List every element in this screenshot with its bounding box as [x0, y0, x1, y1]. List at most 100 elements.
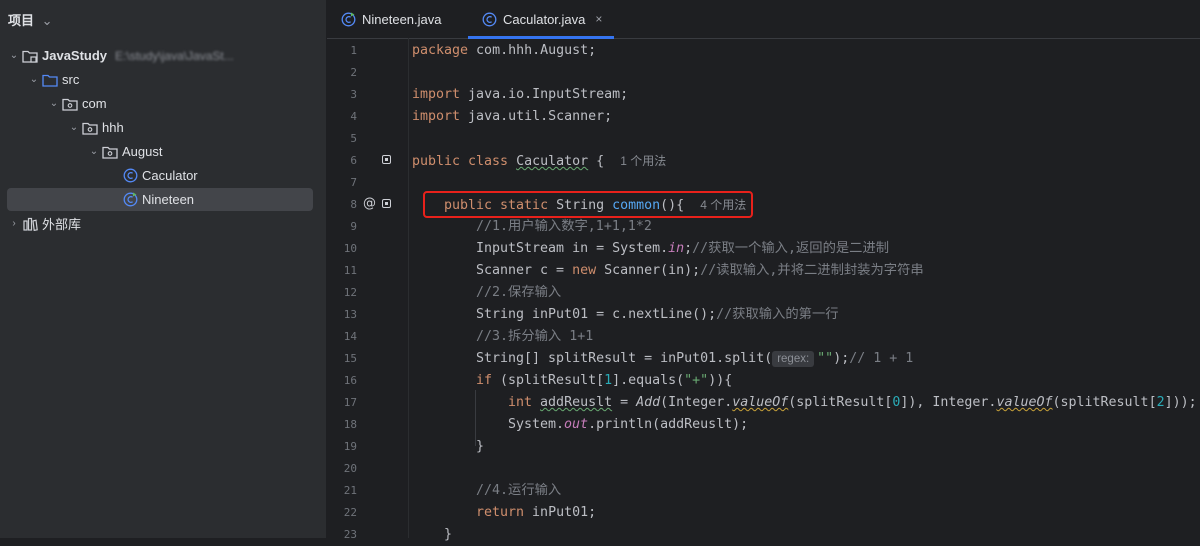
java-class-icon — [480, 12, 498, 27]
line-number: 23 — [343, 528, 357, 541]
package-icon — [61, 97, 79, 111]
package-icon — [101, 145, 119, 159]
tree-item-javastudy[interactable]: ⌄ JavaStudy E:\study\java\JavaSt... — [7, 44, 313, 67]
variable-name: addReuslt — [540, 395, 613, 410]
expand-arrow-icon[interactable]: ⌄ — [67, 122, 81, 133]
tab-nineteen-java[interactable]: Nineteen.java — [339, 0, 442, 38]
line-number: 8 — [350, 198, 357, 211]
number-literal: 1 — [604, 373, 613, 388]
code-text: String inPut01 = c.nextLine(); — [476, 307, 717, 322]
tab-caculator-java[interactable]: Caculator.java × — [468, 0, 615, 39]
code-line-12: //2.保存输入 — [476, 285, 562, 300]
code-line-3: import java.io.InputStream; — [412, 84, 628, 106]
expand-arrow-icon[interactable]: ⌄ — [47, 98, 61, 109]
package-icon — [81, 121, 99, 135]
code-text: { — [588, 154, 605, 169]
code-line-10: InputStream in = System.in;//获取一个输入,返回的是… — [476, 238, 889, 260]
code-text: .println(addReuslt); — [588, 417, 749, 432]
line-number: 14 — [343, 330, 357, 343]
code-text: ); — [833, 351, 850, 366]
code-text: (splitResult[ — [788, 395, 893, 410]
code-text: )){ — [708, 373, 733, 388]
line-number: 10 — [343, 242, 357, 255]
code-area[interactable]: package com.hhh.August; import java.io.I… — [412, 38, 1200, 542]
implemented-marker-icon[interactable] — [382, 155, 391, 164]
module-path: E:\study\java\JavaSt... — [115, 48, 234, 63]
code-editor: Nineteen.java Caculator.java × 1 2 3 4 5… — [327, 0, 1200, 542]
highlight-annotation-box — [423, 191, 753, 218]
editor-tab-bar: Nineteen.java Caculator.java × — [327, 0, 1200, 39]
chevron-down-icon[interactable]: ⌄ — [42, 13, 53, 29]
expand-arrow-icon[interactable]: ⌄ — [27, 74, 41, 85]
code-text: Scanner c = — [476, 263, 573, 278]
line-number: 22 — [343, 506, 357, 519]
expand-arrow-icon[interactable]: ⌄ — [7, 50, 21, 61]
line-number: 20 — [343, 462, 357, 475]
expand-arrow-icon[interactable]: › — [7, 218, 21, 229]
class-name: Caculator — [516, 154, 589, 169]
tree-item-caculator[interactable]: Caculator — [7, 164, 313, 187]
code-text: (Integer. — [660, 395, 733, 410]
keyword: int — [508, 395, 533, 410]
line-number: 16 — [343, 374, 357, 387]
line-number: 6 — [350, 154, 357, 167]
line-number: 1 — [350, 44, 357, 57]
number-literal: 2 — [1156, 395, 1165, 410]
tree-item-src[interactable]: ⌄ src — [7, 68, 313, 91]
java-class-icon — [121, 168, 139, 183]
java-class-main-icon — [339, 12, 357, 27]
code-text: ]), Integer. — [900, 395, 997, 410]
comment: //读取输入,并将二进制封装为字符串 — [700, 263, 924, 278]
code-line-18: System.out.println(addReuslt); — [508, 414, 748, 436]
code-text: Scanner(in); — [596, 263, 701, 278]
line-number: 13 — [343, 308, 357, 321]
code-text: InputStream in = System. — [476, 241, 669, 256]
line-number: 9 — [350, 220, 357, 233]
tree-item-label: Nineteen — [142, 192, 195, 207]
code-line-13: String inPut01 = c.nextLine();//获取输入的第一行 — [476, 304, 839, 326]
code-line-17: int addReuslt = Add(Integer.valueOf(spli… — [508, 392, 1197, 414]
editor-gutter: 1 2 3 4 5 6 7 8 9 10 11 12 13 14 15 16 1… — [327, 38, 407, 541]
line-number: 2 — [350, 66, 357, 79]
code-text: inPut01; — [524, 505, 597, 520]
usage-hint[interactable]: 1 个用法 — [620, 154, 666, 168]
tree-item-label: 外部库 — [42, 217, 82, 232]
line-number: 18 — [343, 418, 357, 431]
tree-item-hhh[interactable]: ⌄ hhh — [7, 116, 313, 139]
comment: //获取输入的第一行 — [716, 307, 839, 322]
keyword: public class — [412, 154, 509, 169]
code-line-11: Scanner c = new Scanner(in);//读取输入,并将二进制… — [476, 260, 924, 282]
static-field: out — [564, 417, 589, 432]
tree-item-august[interactable]: ⌄ August — [7, 140, 313, 163]
tree-item-external-libraries[interactable]: › 外部库 — [7, 212, 313, 235]
tab-label: Nineteen.java — [362, 11, 442, 27]
code-text: (splitResult[ — [1052, 395, 1157, 410]
code-line-4: import java.util.Scanner; — [412, 106, 612, 128]
keyword: if — [476, 373, 493, 388]
code-line-16: if (splitResult[1].equals("+")){ — [476, 370, 732, 392]
module-folder-icon — [21, 49, 39, 63]
annotation-at-icon[interactable]: @ — [363, 196, 376, 211]
library-icon — [21, 217, 39, 231]
code-text: = — [612, 395, 637, 410]
close-icon[interactable]: × — [595, 12, 602, 26]
code-line-19: } — [476, 439, 485, 454]
method-call: Add — [636, 395, 661, 410]
expand-arrow-icon[interactable]: ⌄ — [87, 146, 101, 157]
code-line-15: String[] splitResult = inPut01.split(reg… — [476, 348, 913, 370]
project-panel: 项目 ⌄ ⌄ JavaStudy E:\study\java\JavaSt...… — [0, 0, 327, 538]
tree-item-nineteen[interactable]: Nineteen — [7, 188, 313, 211]
code-text: ; — [684, 241, 693, 256]
java-class-main-icon — [121, 192, 139, 207]
method-call: valueOf — [996, 395, 1053, 410]
implemented-marker-icon[interactable] — [382, 199, 391, 208]
code-text: String[] splitResult = inPut01.split( — [476, 351, 773, 366]
tree-item-label: August — [122, 144, 163, 159]
line-number: 21 — [343, 484, 357, 497]
tree-item-com[interactable]: ⌄ com — [7, 92, 313, 115]
line-number: 7 — [350, 176, 357, 189]
code-line-9: //1.用户输入数字,1+1,1*2 — [476, 219, 652, 234]
keyword: package — [412, 43, 469, 58]
project-panel-title[interactable]: 项目 ⌄ — [8, 10, 53, 29]
code-text: ])); — [1164, 395, 1197, 410]
